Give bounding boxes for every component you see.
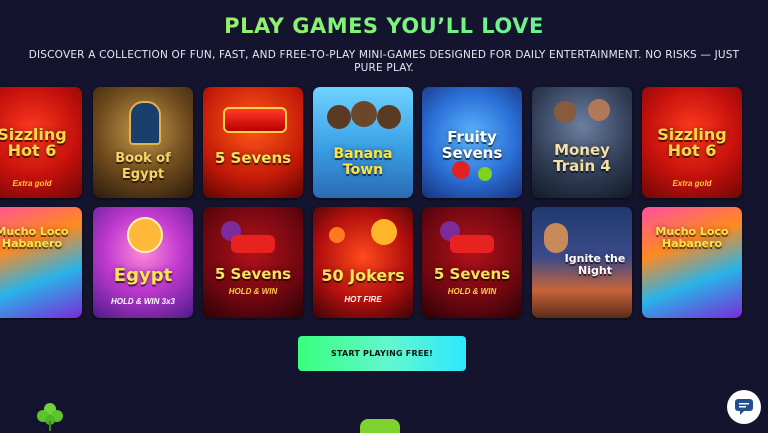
game-tile-50-jokers[interactable]: 50 Jokers HOT FIRE — [313, 207, 413, 318]
game-title: Mucho Loco Habanero — [0, 225, 69, 251]
game-title: Ignite the Night — [564, 251, 626, 277]
chat-bubble-icon — [735, 399, 753, 415]
game-tile-5-sevens-hold-win[interactable]: 5 Sevens HOLD & WIN — [422, 207, 522, 318]
game-subtitle: HOLD & WIN 3x3 — [110, 297, 175, 306]
game-title: 5 Sevens — [433, 264, 511, 283]
game-tile-money-train-4[interactable]: Money Train 4 — [532, 87, 632, 198]
game-title: 5 Sevens — [214, 149, 292, 168]
game-tile-banana-town[interactable]: Banana Town — [313, 87, 413, 198]
green-tab-decoration — [360, 419, 400, 433]
game-title: Sizzling Hot 6 — [0, 124, 67, 160]
game-title: Money Train 4 — [553, 141, 611, 176]
game-title: Sizzling Hot 6 — [657, 124, 727, 160]
game-subtitle: HOLD & WIN — [447, 287, 497, 296]
game-title: 50 Jokers — [321, 265, 405, 285]
section-subtitle: DISCOVER A COLLECTION OF FUN, FAST, AND … — [28, 49, 740, 74]
game-title: Egypt — [113, 264, 173, 286]
game-title: Book of Egypt — [115, 150, 171, 182]
game-title: Banana Town — [333, 146, 393, 179]
game-title: Mucho Loco Habanero — [655, 225, 729, 251]
game-tile-book-of-egypt[interactable]: Book of Egypt — [93, 87, 193, 198]
game-tile-fruity-sevens[interactable]: Fruity Sevens — [422, 87, 522, 198]
game-tile-mucho-loco-habanero[interactable]: Mucho Loco Habanero — [642, 207, 742, 318]
game-subtitle: HOT FIRE — [344, 295, 382, 304]
game-tile-5-sevens[interactable]: 5 Sevens — [203, 87, 303, 198]
game-tile-5-sevens-hold-win[interactable]: 5 Sevens HOLD & WIN — [203, 207, 303, 318]
game-tile-sizzling-hot[interactable]: Sizzling Hot 6 Extra gold — [0, 87, 82, 198]
section-title: PLAY GAMES YOU’LL LOVE — [0, 14, 768, 38]
start-playing-button[interactable]: START PLAYING FREE! — [298, 336, 466, 371]
chat-button[interactable] — [727, 390, 761, 424]
game-subtitle: Extra gold — [12, 179, 52, 188]
game-title: 5 Sevens — [214, 264, 292, 283]
game-tile-ignite-the-night[interactable]: Ignite the Night — [532, 207, 632, 318]
game-tile-sizzling-hot[interactable]: Sizzling Hot 6 Extra gold — [642, 87, 742, 198]
game-tile-egypt[interactable]: Egypt HOLD & WIN 3x3 — [93, 207, 193, 318]
clover-icon — [37, 403, 63, 431]
games-row-1: Sizzling Hot 6 Extra gold Book of Egypt … — [0, 87, 768, 199]
games-row-2: Mucho Loco Habanero Egypt HOLD & WIN 3x3… — [0, 207, 768, 319]
game-title: Fruity Sevens — [441, 127, 503, 162]
game-subtitle: Extra gold — [672, 179, 712, 188]
game-subtitle: HOLD & WIN — [228, 287, 278, 296]
game-tile-mucho-loco-habanero[interactable]: Mucho Loco Habanero — [0, 207, 82, 318]
